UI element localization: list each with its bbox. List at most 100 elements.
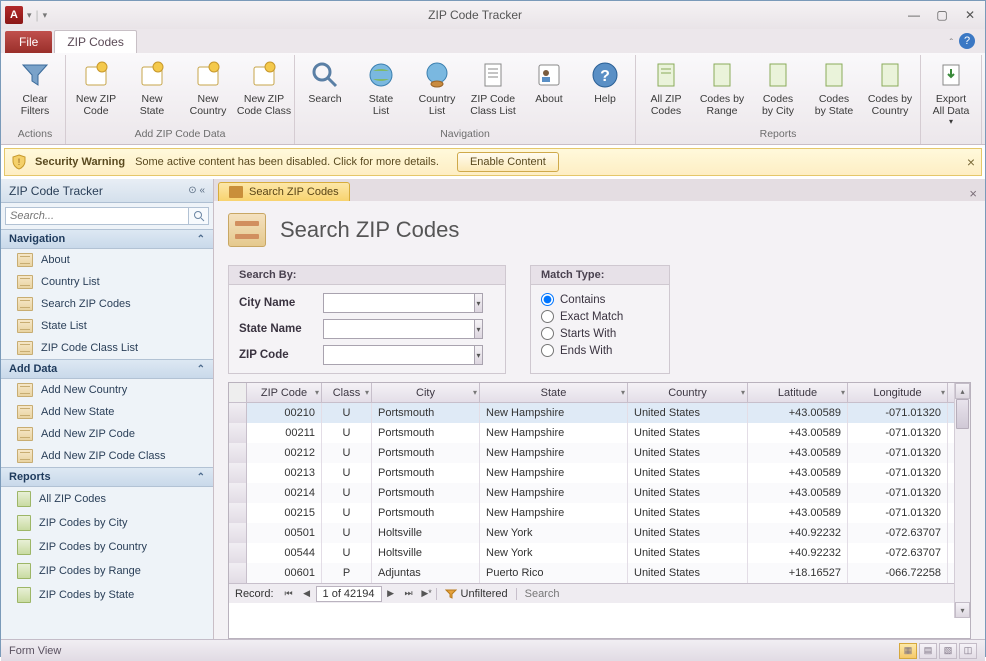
- state-name-input[interactable]: [324, 320, 474, 338]
- match-radio[interactable]: [541, 293, 554, 306]
- cell[interactable]: Puerto Rico: [480, 563, 628, 583]
- table-row[interactable]: 00210UPortsmouthNew HampshireUnited Stat…: [229, 403, 970, 423]
- nav-item[interactable]: Add New ZIP Code: [1, 423, 213, 445]
- cell[interactable]: -071.01320: [848, 483, 948, 503]
- cell[interactable]: -071.01320: [848, 503, 948, 523]
- cell[interactable]: Portsmouth: [372, 483, 480, 503]
- table-row[interactable]: 00215UPortsmouthNew HampshireUnited Stat…: [229, 503, 970, 523]
- nav-item[interactable]: State List: [1, 315, 213, 337]
- state-name-combo[interactable]: ▾: [323, 319, 483, 339]
- prev-record-button[interactable]: ◀: [298, 585, 316, 603]
- cell[interactable]: +43.00589: [748, 423, 848, 443]
- cell[interactable]: 00501: [247, 523, 322, 543]
- nav-item[interactable]: Add New Country: [1, 379, 213, 401]
- cell[interactable]: New Hampshire: [480, 403, 628, 423]
- match-option[interactable]: Exact Match: [541, 310, 659, 323]
- city-name-combo[interactable]: ▾: [323, 293, 483, 313]
- cell[interactable]: Adjuntas: [372, 563, 480, 583]
- cell[interactable]: 00211: [247, 423, 322, 443]
- security-message[interactable]: Some active content has been disabled. C…: [135, 156, 439, 168]
- navpane-search-icon[interactable]: [189, 207, 209, 225]
- cell[interactable]: 00214: [247, 483, 322, 503]
- about-button[interactable]: About: [523, 57, 575, 107]
- col-city-header[interactable]: City▾: [372, 383, 480, 402]
- all-zip-codes-report-button[interactable]: All ZIP Codes: [640, 57, 692, 119]
- navsection-navigation[interactable]: Navigation⌃: [1, 229, 213, 249]
- security-close-icon[interactable]: ×: [967, 154, 975, 170]
- cell[interactable]: 00601: [247, 563, 322, 583]
- cell[interactable]: -072.63707: [848, 523, 948, 543]
- row-selector-header[interactable]: [229, 383, 247, 402]
- new-record-button[interactable]: ▶*: [418, 585, 436, 603]
- navsection-add-data[interactable]: Add Data⌃: [1, 359, 213, 379]
- cell[interactable]: [229, 483, 247, 503]
- filter-status[interactable]: Unfiltered: [436, 588, 516, 600]
- codes-by-city-button[interactable]: Codes by City: [752, 57, 804, 119]
- table-row[interactable]: 00501UHoltsvilleNew YorkUnited States+40…: [229, 523, 970, 543]
- record-position[interactable]: 1 of 42194: [316, 586, 382, 602]
- state-list-button[interactable]: State List: [355, 57, 407, 119]
- cell[interactable]: 00544: [247, 543, 322, 563]
- navpane-dropdown-icon[interactable]: ⊙ «: [188, 185, 205, 196]
- class-list-button[interactable]: ZIP Code Class List: [467, 57, 519, 119]
- first-record-button[interactable]: ⏮: [280, 585, 298, 603]
- cell[interactable]: New York: [480, 543, 628, 563]
- table-row[interactable]: 00212UPortsmouthNew HampshireUnited Stat…: [229, 443, 970, 463]
- cell[interactable]: Portsmouth: [372, 423, 480, 443]
- qat-dropdown-icon[interactable]: ▾: [27, 10, 32, 21]
- close-button[interactable]: ✕: [959, 7, 981, 23]
- next-record-button[interactable]: ▶: [382, 585, 400, 603]
- new-zip-class-button[interactable]: New ZIP Code Class: [238, 57, 290, 119]
- nav-item[interactable]: All ZIP Codes: [1, 487, 213, 511]
- new-state-button[interactable]: New State: [126, 57, 178, 119]
- minimize-button[interactable]: —: [903, 7, 925, 23]
- nav-item[interactable]: Country List: [1, 271, 213, 293]
- cell[interactable]: -071.01320: [848, 423, 948, 443]
- match-radio[interactable]: [541, 327, 554, 340]
- form-view-button[interactable]: ▦: [899, 643, 917, 659]
- col-class-header[interactable]: Class▾: [322, 383, 372, 402]
- cell[interactable]: New Hampshire: [480, 503, 628, 523]
- document-tab-close-icon[interactable]: ×: [961, 186, 985, 201]
- new-zip-code-button[interactable]: New ZIP Code: [70, 57, 122, 119]
- cell[interactable]: +18.16527: [748, 563, 848, 583]
- last-record-button[interactable]: ⏭: [400, 585, 418, 603]
- match-radio[interactable]: [541, 310, 554, 323]
- cell[interactable]: United States: [628, 523, 748, 543]
- cell[interactable]: Portsmouth: [372, 443, 480, 463]
- nav-item[interactable]: ZIP Codes by Country: [1, 535, 213, 559]
- cell[interactable]: +43.00589: [748, 403, 848, 423]
- cell[interactable]: -071.01320: [848, 403, 948, 423]
- layout-view-button[interactable]: ▧: [939, 643, 957, 659]
- cell[interactable]: U: [322, 523, 372, 543]
- cell[interactable]: +43.00589: [748, 503, 848, 523]
- cell[interactable]: United States: [628, 563, 748, 583]
- export-all-data-button[interactable]: Export All Data▾: [925, 57, 977, 128]
- zip-code-input[interactable]: [324, 346, 474, 364]
- cell[interactable]: Holtsville: [372, 543, 480, 563]
- cell[interactable]: [229, 403, 247, 423]
- navsection-reports[interactable]: Reports⌃: [1, 467, 213, 487]
- cell[interactable]: [229, 523, 247, 543]
- codes-by-state-button[interactable]: Codes by State: [808, 57, 860, 119]
- col-country-header[interactable]: Country▾: [628, 383, 748, 402]
- zip-code-combo[interactable]: ▾: [323, 345, 483, 365]
- nav-item[interactable]: About: [1, 249, 213, 271]
- cell[interactable]: [229, 423, 247, 443]
- cell[interactable]: United States: [628, 463, 748, 483]
- cell[interactable]: +40.92232: [748, 523, 848, 543]
- cell[interactable]: -066.72258: [848, 563, 948, 583]
- city-name-input[interactable]: [324, 294, 474, 312]
- cell[interactable]: +43.00589: [748, 483, 848, 503]
- scroll-thumb[interactable]: [956, 399, 969, 429]
- vertical-scrollbar[interactable]: ▴ ▾: [954, 383, 970, 618]
- cell[interactable]: U: [322, 423, 372, 443]
- nav-item[interactable]: ZIP Code Class List: [1, 337, 213, 359]
- match-radio[interactable]: [541, 344, 554, 357]
- cell[interactable]: U: [322, 503, 372, 523]
- nav-item[interactable]: Add New ZIP Code Class: [1, 445, 213, 467]
- cell[interactable]: United States: [628, 543, 748, 563]
- table-row[interactable]: 00544UHoltsvilleNew YorkUnited States+40…: [229, 543, 970, 563]
- document-tab-search-zip[interactable]: Search ZIP Codes: [218, 182, 350, 201]
- clear-filters-button[interactable]: Clear Filters: [9, 57, 61, 119]
